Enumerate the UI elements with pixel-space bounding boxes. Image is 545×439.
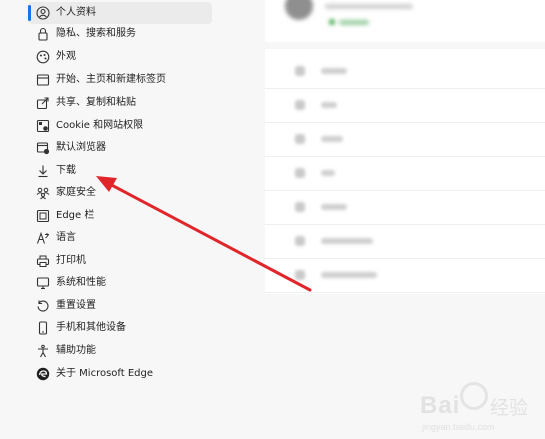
sidebar-item-privacy[interactable]: 隐私、搜索和服务 — [28, 23, 212, 45]
blurred-icon — [295, 270, 305, 280]
share-icon — [36, 96, 50, 110]
paw-logo-icon — [460, 382, 488, 410]
sidebar-item-phone[interactable]: 手机和其他设备 — [28, 317, 212, 339]
list-item[interactable] — [265, 54, 545, 89]
appearance-icon — [36, 50, 50, 64]
sidebar-item-label: 个人资料 — [56, 7, 96, 18]
profile-settings-card — [265, 49, 545, 294]
blurred-text — [321, 102, 337, 108]
language-icon — [36, 231, 50, 245]
blurred-text — [321, 136, 343, 142]
blurred-text — [321, 68, 347, 74]
default-browser-icon — [36, 141, 50, 155]
sidebar-item-label: 重置设置 — [56, 300, 96, 311]
sidebar-item-label: 辅助功能 — [56, 345, 96, 356]
sidebar-item-label: 家庭安全 — [56, 187, 96, 198]
sidebar-item-label: Cookie 和网站权限 — [56, 120, 144, 131]
sidebar-item-profile[interactable]: 个人资料 — [28, 2, 212, 24]
sidebar-item-appearance[interactable]: 外观 — [28, 46, 212, 68]
blurred-text — [321, 272, 377, 278]
sidebar-item-about[interactable]: 关于 Microsoft Edge — [28, 363, 212, 385]
sidebar-item-label: 下载 — [56, 165, 76, 176]
profile-icon — [36, 6, 50, 20]
sidebar-item-label: 共享、复制和粘贴 — [56, 97, 136, 108]
blurred-text — [325, 4, 413, 9]
blurred-icon — [295, 168, 305, 178]
blurred-text — [321, 170, 335, 176]
sidebar-item-label: 外观 — [56, 51, 76, 62]
sidebar-item-label: 打印机 — [56, 255, 86, 266]
sidebar-item-system[interactable]: 系统和性能 — [28, 272, 212, 294]
profile-header — [265, 0, 545, 42]
sidebar-item-cookies[interactable]: Cookie 和网站权限 — [28, 115, 212, 137]
edge-bar-icon — [36, 209, 50, 223]
blurred-text — [321, 238, 373, 244]
sidebar-item-label: 手机和其他设备 — [56, 322, 126, 333]
system-icon — [36, 276, 50, 290]
sidebar-item-accessibility[interactable]: 辅助功能 — [28, 340, 212, 362]
settings-sidebar: 个人资料 隐私、搜索和服务 外观 开始、主页和新建标签页 共享、复制和粘贴 Co… — [0, 0, 222, 439]
selection-indicator — [28, 5, 31, 21]
sidebar-item-reset[interactable]: 重置设置 — [28, 295, 212, 317]
edge-logo-icon — [36, 367, 50, 381]
cookie-icon — [36, 119, 50, 133]
sidebar-item-printers[interactable]: 打印机 — [28, 250, 212, 272]
download-icon — [36, 164, 50, 178]
list-item[interactable] — [265, 156, 545, 191]
watermark-url: jingyan.baidu.com — [422, 422, 495, 432]
sidebar-item-label: Edge 栏 — [56, 210, 95, 221]
list-item[interactable] — [265, 88, 545, 123]
list-item[interactable] — [265, 224, 545, 259]
avatar — [285, 0, 313, 20]
accessibility-icon — [36, 344, 50, 358]
blurred-text — [339, 20, 369, 25]
printer-icon — [36, 254, 50, 268]
list-item[interactable] — [265, 190, 545, 225]
sidebar-item-share[interactable]: 共享、复制和粘贴 — [28, 92, 212, 114]
lock-icon — [36, 27, 50, 41]
sidebar-item-label: 默认浏览器 — [56, 142, 106, 153]
blurred-icon — [295, 202, 305, 212]
reset-icon — [36, 299, 50, 313]
sidebar-item-start-home[interactable]: 开始、主页和新建标签页 — [28, 69, 212, 91]
sync-status-dot — [329, 19, 335, 25]
watermark: Bai 经验 jingyan.baidu.com — [420, 378, 540, 438]
sidebar-item-label: 语言 — [56, 232, 76, 243]
sidebar-item-label: 开始、主页和新建标签页 — [56, 74, 166, 85]
list-item[interactable] — [265, 122, 545, 157]
sidebar-item-family[interactable]: 家庭安全 — [28, 182, 212, 204]
blurred-icon — [295, 134, 305, 144]
blurred-icon — [295, 100, 305, 110]
sidebar-item-downloads[interactable]: 下载 — [28, 160, 212, 182]
blurred-text — [321, 204, 347, 210]
watermark-brand-cn: 经验 — [490, 397, 529, 419]
sidebar-item-language[interactable]: 语言 — [28, 227, 212, 249]
home-tab-icon — [36, 73, 50, 87]
watermark-brand: Bai — [420, 392, 461, 419]
family-icon — [36, 186, 50, 200]
sidebar-item-default-browser[interactable]: 默认浏览器 — [28, 137, 212, 159]
sidebar-item-label: 隐私、搜索和服务 — [56, 28, 136, 39]
sidebar-item-edge-bar[interactable]: Edge 栏 — [28, 205, 212, 227]
blurred-icon — [295, 236, 305, 246]
sidebar-item-label: 关于 Microsoft Edge — [56, 368, 154, 379]
phone-icon — [36, 321, 50, 335]
blurred-icon — [295, 66, 305, 76]
list-item[interactable] — [265, 258, 545, 293]
sidebar-item-label: 系统和性能 — [56, 277, 106, 288]
